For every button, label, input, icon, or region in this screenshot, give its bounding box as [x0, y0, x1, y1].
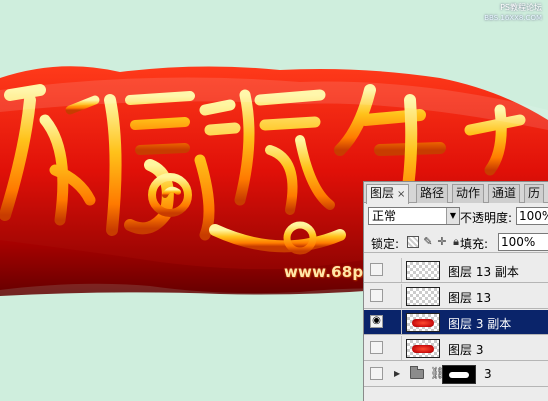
lock-label: 锁定:: [371, 237, 400, 251]
layer-name: 图层 13 副本: [448, 265, 519, 279]
layer-name: 图层 3 副本: [448, 317, 512, 331]
visibility-toggle[interactable]: [370, 341, 383, 354]
mask-art: [449, 372, 469, 378]
layer-row[interactable]: 图层 13: [364, 284, 548, 309]
tab-paths[interactable]: 路径: [416, 184, 449, 203]
tab-channels-label: 通道: [492, 186, 517, 200]
expand-arrow-icon[interactable]: ▶: [394, 369, 400, 378]
layer-thumbnail: [406, 287, 440, 306]
layers-panel: 图层× 路径 动作 通道 历 正常 ▼ 不透明度: 100% 锁定: ✎ ✛ 🔒…: [363, 181, 548, 401]
watermark: PS教程论坛 BBS.16XX8.COM: [484, 3, 542, 23]
visibility-toggle[interactable]: [370, 263, 383, 276]
layer-name: 图层 13: [448, 291, 492, 305]
fill-input[interactable]: 100%: [498, 233, 548, 251]
lock-transparent-pixels-icon[interactable]: [407, 236, 419, 248]
layer-row-selected[interactable]: ◉ 图层 3 副本: [364, 310, 548, 335]
watermark-title: PS教程论坛: [500, 3, 542, 12]
tab-layers[interactable]: 图层 ×: [366, 184, 410, 204]
mask-thumbnail[interactable]: [442, 365, 476, 384]
panel-tabbar: 图层 × 路径 动作 通道 历: [364, 182, 548, 204]
layer-name: 图层 3: [448, 343, 484, 357]
opacity-input[interactable]: 100%: [516, 207, 548, 225]
layer-name: 3: [484, 367, 492, 381]
link-cell[interactable]: [388, 258, 402, 282]
lock-position-icon[interactable]: ✛: [436, 236, 448, 248]
close-icon[interactable]: ×: [397, 189, 405, 200]
folder-icon: [410, 366, 424, 379]
tab-actions-label: 动作: [456, 186, 481, 200]
link-cell[interactable]: [388, 336, 402, 360]
tab-history-label: 历: [528, 186, 541, 200]
blend-opacity-row: 正常 ▼ 不透明度: 100%: [364, 205, 548, 227]
lock-fill-row: 锁定: ✎ ✛ 🔒︎ 填充: 100%: [364, 231, 548, 253]
lock-image-pixels-icon[interactable]: ✎: [422, 236, 434, 248]
blend-mode-value: 正常: [372, 209, 397, 223]
link-cell[interactable]: [388, 310, 402, 334]
layer-thumbnail: [406, 313, 440, 332]
eye-icon: ◉: [372, 315, 381, 326]
blend-mode-select[interactable]: 正常 ▼: [368, 207, 460, 225]
tab-history[interactable]: 历: [524, 184, 545, 203]
thumbnail-art: [412, 319, 434, 327]
visibility-toggle[interactable]: [370, 367, 383, 380]
tab-layers-label: 图层: [370, 186, 395, 200]
layer-row[interactable]: 图层 13 副本: [364, 258, 548, 283]
layer-row[interactable]: 图层 3: [364, 336, 548, 361]
opacity-label: 不透明度:: [460, 211, 513, 225]
layer-thumbnail: [406, 261, 440, 280]
tab-paths-label: 路径: [420, 186, 445, 200]
tab-actions[interactable]: 动作: [452, 184, 485, 203]
link-cell[interactable]: [388, 284, 402, 308]
visibility-toggle[interactable]: ◉: [370, 315, 383, 328]
layer-group-row[interactable]: ▶ ⛓︎ 3: [364, 362, 548, 387]
tab-channels[interactable]: 通道: [488, 184, 521, 203]
fill-label: 填充:: [460, 237, 489, 251]
layer-thumbnail: [406, 339, 440, 358]
thumbnail-art: [412, 345, 434, 353]
visibility-toggle[interactable]: [370, 289, 383, 302]
chevron-down-icon[interactable]: ▼: [446, 208, 459, 224]
watermark-url: BBS.16XX8.COM: [484, 14, 542, 22]
